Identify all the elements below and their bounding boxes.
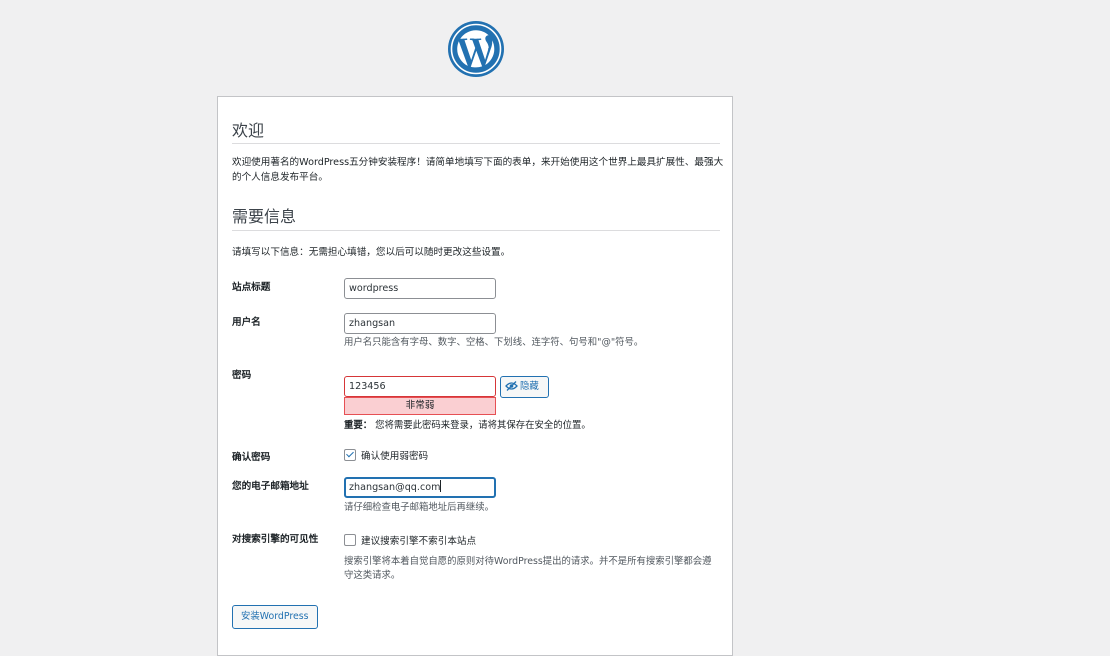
search-visibility-label: 对搜索引擎的可见性 [232,534,319,545]
password-strength-meter: 非常弱 [344,397,496,415]
discourage-search-text: 建议搜索引擎不索引本站点 [361,536,477,547]
confirm-weak-password-row[interactable]: 确认使用弱密码 [344,449,428,464]
search-visibility-hint: 搜索引擎将本着自觉自愿的原则对待WordPress提出的请求。并不是所有搜索引擎… [344,556,712,581]
install-button[interactable]: 安装WordPress [232,605,318,629]
hide-password-button[interactable]: 隐藏 [500,376,549,398]
password-note-text: 您将需要此密码来登录，请将其保存在安全的位置。 [375,420,591,431]
confirm-weak-password-checkbox[interactable] [344,449,356,461]
password-note: 重要： 您将需要此密码来登录，请将其保存在安全的位置。 [344,419,591,433]
username-hint: 用户名只能含有字母、数字、空格、下划线、连字符、句号和"@"符号。 [344,337,644,348]
eye-slash-icon [505,381,518,391]
welcome-intro: 欢迎使用著名的WordPress五分钟安装程序！请简单地填写下面的表单，来开始使… [232,157,724,183]
confirm-password-label: 确认密码 [232,452,271,463]
welcome-heading: 欢迎 [232,121,265,140]
password-note-bold: 重要： [344,420,373,431]
confirm-weak-password-text: 确认使用弱密码 [361,451,429,462]
install-card: 欢迎 欢迎使用著名的WordPress五分钟安装程序！请简单地填写下面的表单，来… [217,96,733,656]
password-input[interactable] [344,376,496,397]
welcome-divider [232,143,720,144]
text-caret [440,480,442,492]
info-intro: 请填写以下信息：无需担心填错，您以后可以随时更改这些设置。 [232,247,511,258]
username-input[interactable] [344,313,496,334]
hide-password-label: 隐藏 [520,381,539,392]
password-label: 密码 [232,370,252,381]
email-value: zhangsan@qq.com [349,482,441,493]
info-divider [232,230,720,231]
site-title-input[interactable] [344,278,496,299]
info-heading: 需要信息 [232,207,297,226]
discourage-search-checkbox[interactable] [344,534,356,546]
site-title-label: 站点标题 [232,282,271,293]
email-hint: 请仔细检查电子邮箱地址后再继续。 [344,502,495,513]
email-label: 您的电子邮箱地址 [232,481,309,492]
wordpress-logo-icon [448,21,504,77]
username-label: 用户名 [232,317,261,328]
discourage-search-row[interactable]: 建议搜索引擎不索引本站点 [344,534,476,549]
email-input[interactable]: zhangsan@qq.com [344,477,496,498]
